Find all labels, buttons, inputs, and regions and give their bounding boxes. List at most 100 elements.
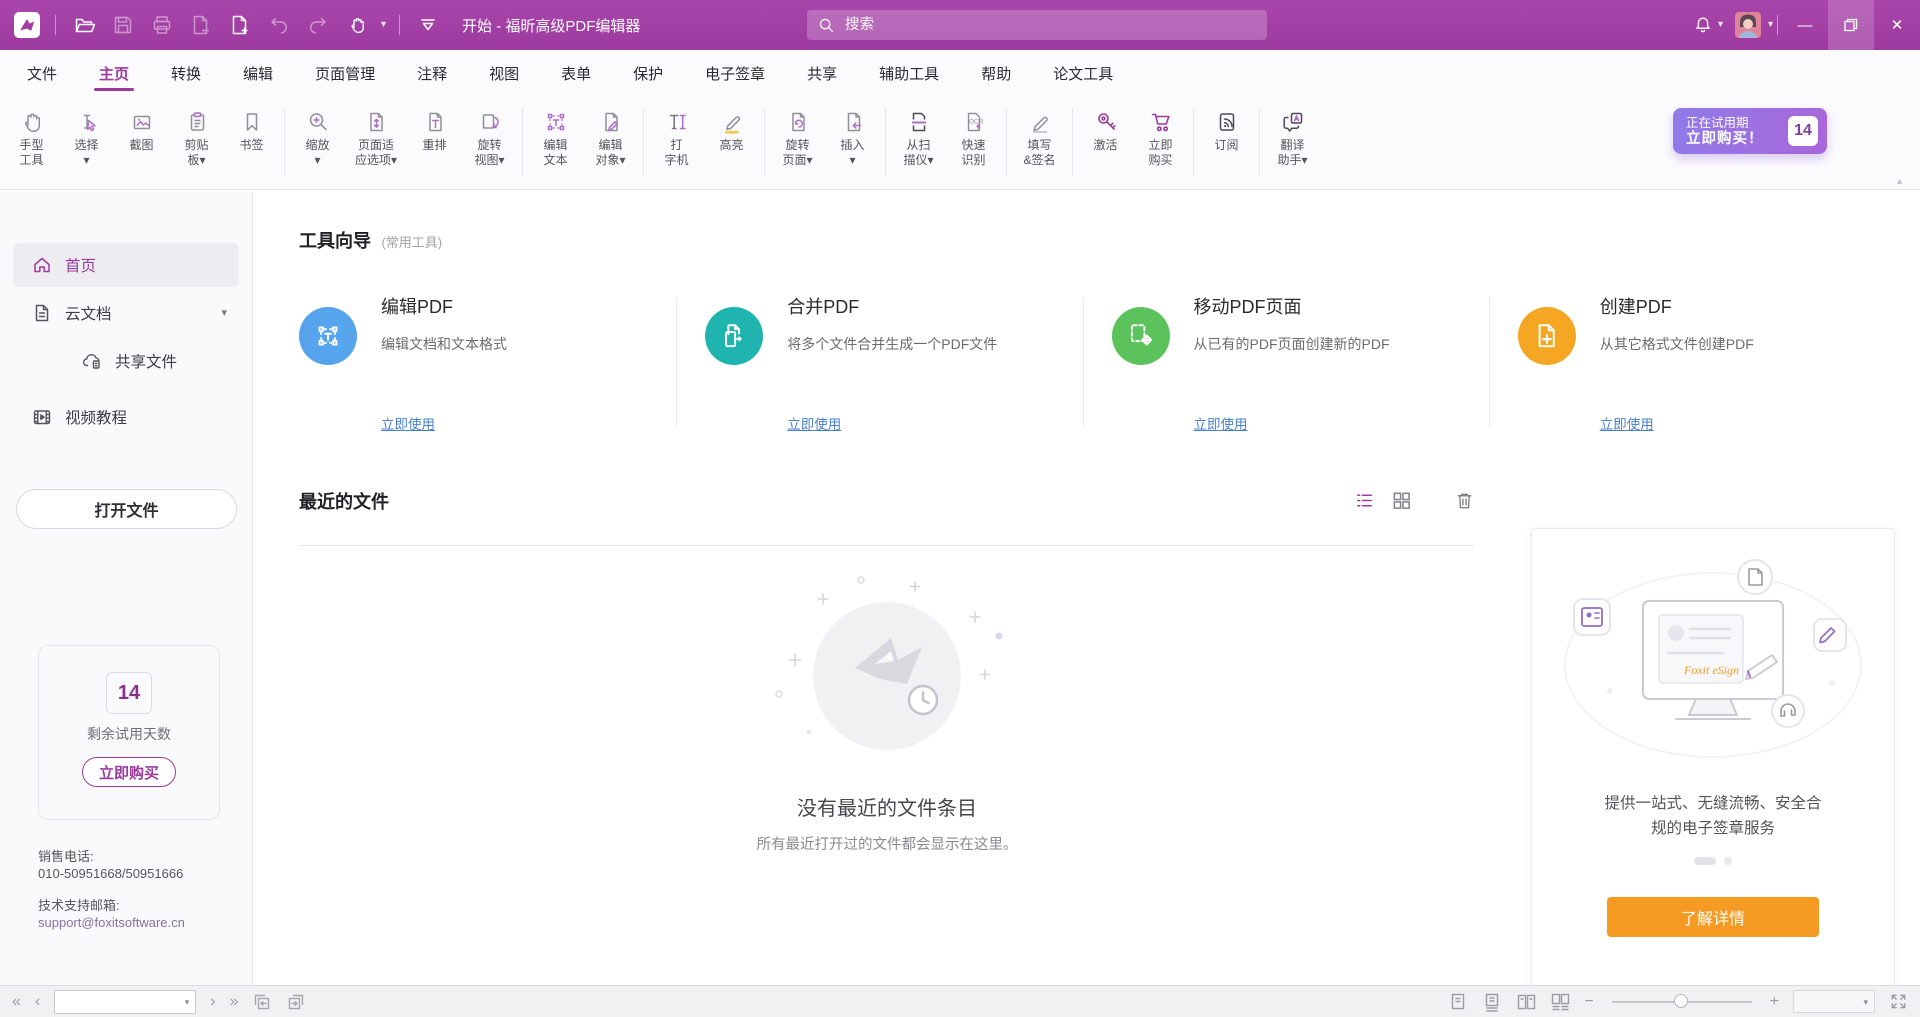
minimize-button[interactable]: — bbox=[1782, 0, 1828, 50]
tool-card-edit-pdf[interactable]: 编辑PDF 编辑文档和文本格式 立即使用 bbox=[299, 291, 676, 433]
grid-view-icon[interactable] bbox=[1391, 490, 1412, 511]
use-now-link[interactable]: 立即使用 bbox=[1600, 413, 1654, 433]
merge-pdf-icon bbox=[705, 307, 763, 365]
ribbon-tool-hand[interactable]: 手型工具 bbox=[5, 100, 58, 185]
ribbon-tool-translation-assistant[interactable]: 翻译助手▾ bbox=[1266, 100, 1319, 185]
save-icon bbox=[108, 10, 138, 40]
carousel-dots[interactable] bbox=[1532, 857, 1894, 865]
buy-now-button[interactable]: 立即购买 bbox=[82, 757, 176, 787]
menu-comment[interactable]: 注释 bbox=[396, 50, 468, 96]
page-number-combobox[interactable]: ▾ bbox=[54, 990, 196, 1014]
ribbon-tool-reflow[interactable]: 重排 bbox=[408, 100, 461, 185]
menu-page-management[interactable]: 页面管理 bbox=[294, 50, 396, 96]
menu-share[interactable]: 共享 bbox=[786, 50, 858, 96]
hand-tool-icon[interactable] bbox=[342, 10, 372, 40]
menu-file[interactable]: 文件 bbox=[6, 50, 78, 96]
ribbon-tool-insert[interactable]: 插入▾ bbox=[826, 100, 879, 185]
user-avatar[interactable] bbox=[1735, 12, 1761, 38]
main-content: 工具向导 (常用工具) 编辑PDF 编辑文档和文本格式 立即使用 合并PDF bbox=[254, 191, 1920, 985]
sidebar-item-cloud-docs[interactable]: 云文档 ▾ bbox=[13, 291, 239, 335]
menu-home[interactable]: 主页 bbox=[78, 50, 150, 96]
use-now-link[interactable]: 立即使用 bbox=[1194, 413, 1248, 433]
ribbon-tool-zoom[interactable]: 缩放▾ bbox=[291, 100, 344, 185]
tool-card-merge-pdf[interactable]: 合并PDF 将多个文件合并生成一个PDF文件 立即使用 bbox=[705, 291, 1082, 433]
window-title: 开始 - 福昕高级PDF编辑器 bbox=[462, 15, 640, 36]
zoom-out-icon[interactable]: − bbox=[1584, 994, 1593, 1010]
facing-view-icon[interactable] bbox=[1516, 992, 1536, 1012]
zoom-in-icon[interactable]: + bbox=[1770, 994, 1779, 1010]
quick-access-flag-icon[interactable] bbox=[413, 10, 443, 40]
use-now-link[interactable]: 立即使用 bbox=[381, 413, 435, 433]
sidebar-item-shared-files[interactable]: 共享文件 bbox=[13, 339, 239, 383]
ribbon-tool-bookmark[interactable]: 书签 bbox=[225, 100, 278, 185]
chevron-down-icon[interactable]: ▾ bbox=[1768, 20, 1773, 30]
first-page-icon[interactable]: « bbox=[12, 994, 21, 1010]
menu-view[interactable]: 视图 bbox=[468, 50, 540, 96]
previous-view-icon[interactable] bbox=[252, 992, 272, 1012]
collapse-ribbon-icon[interactable]: ▲ bbox=[1895, 176, 1904, 186]
chevron-down-icon[interactable]: ▾ bbox=[1718, 20, 1723, 30]
ribbon-tool-edit-text[interactable]: 编辑文本 bbox=[529, 100, 582, 185]
chevron-down-icon[interactable]: ▾ bbox=[381, 20, 386, 30]
ribbon-tool-page-fit-options[interactable]: 页面适应选项▾ bbox=[346, 100, 406, 185]
menu-help[interactable]: 帮助 bbox=[960, 50, 1032, 96]
last-page-icon[interactable]: » bbox=[230, 994, 239, 1010]
tool-card-create-pdf[interactable]: 创建PDF 从其它格式文件创建PDF 立即使用 bbox=[1518, 291, 1895, 433]
ribbon-tool-typewriter[interactable]: 打字机 bbox=[650, 100, 703, 185]
insert-page-icon bbox=[826, 107, 879, 137]
carousel-dot-active[interactable] bbox=[1694, 857, 1716, 865]
ribbon-tool-rotate-pages[interactable]: 旋转页面▾ bbox=[771, 100, 824, 185]
ribbon-tool-select[interactable]: 选择▾ bbox=[60, 100, 113, 185]
open-folder-icon[interactable] bbox=[69, 10, 99, 40]
restore-button[interactable] bbox=[1828, 0, 1874, 50]
menu-paper-tools[interactable]: 论文工具 bbox=[1032, 50, 1134, 96]
menu-protect[interactable]: 保护 bbox=[612, 50, 684, 96]
single-page-view-icon[interactable] bbox=[1448, 992, 1468, 1012]
ribbon-tool-from-scanner[interactable]: 从扫描仪▾ bbox=[892, 100, 945, 185]
menu-bar: 文件 主页 转换 编辑 页面管理 注释 视图 表单 保护 电子签章 共享 辅助工… bbox=[0, 50, 1920, 96]
sidebar-item-video-tutorials[interactable]: 视频教程 bbox=[13, 395, 239, 439]
ribbon-tool-buy-now[interactable]: 立即购买 bbox=[1134, 100, 1187, 185]
menu-esign[interactable]: 电子签章 bbox=[684, 50, 786, 96]
menu-edit[interactable]: 编辑 bbox=[222, 50, 294, 96]
ribbon-tool-fill-sign[interactable]: 填写&签名 bbox=[1013, 100, 1066, 185]
close-button[interactable]: ✕ bbox=[1874, 0, 1920, 50]
notification-bell-icon[interactable] bbox=[1688, 10, 1718, 40]
carousel-dot[interactable] bbox=[1724, 857, 1732, 865]
zoom-slider-thumb[interactable] bbox=[1674, 994, 1688, 1008]
ribbon-tool-rotate-view[interactable]: 旋转视图▾ bbox=[463, 100, 516, 185]
ribbon-tool-highlight[interactable]: 高亮 bbox=[705, 100, 758, 185]
menu-convert[interactable]: 转换 bbox=[150, 50, 222, 96]
zoom-slider[interactable] bbox=[1612, 1001, 1752, 1003]
menu-form[interactable]: 表单 bbox=[540, 50, 612, 96]
use-now-link[interactable]: 立即使用 bbox=[787, 413, 841, 433]
menu-accessibility[interactable]: 辅助工具 bbox=[858, 50, 960, 96]
select-cursor-icon bbox=[60, 107, 113, 137]
zoom-level-combobox[interactable]: ▾ bbox=[1793, 990, 1875, 1013]
search-input[interactable] bbox=[843, 16, 1257, 34]
ribbon-group-divider bbox=[764, 108, 765, 177]
global-search-box[interactable] bbox=[807, 10, 1267, 40]
chevron-down-icon[interactable]: ▾ bbox=[221, 308, 227, 319]
learn-more-button[interactable]: 了解详情 bbox=[1607, 897, 1819, 937]
trash-icon[interactable] bbox=[1454, 490, 1475, 511]
ribbon-tool-quick-recognition[interactable]: OCR 快速识别 bbox=[947, 100, 1000, 185]
tool-card-move-pdf-pages[interactable]: 移动PDF页面 从已有的PDF页面创建新的PDF 立即使用 bbox=[1112, 291, 1489, 433]
open-file-button[interactable]: 打开文件 bbox=[16, 489, 237, 529]
ribbon-tool-activate[interactable]: 激活 bbox=[1079, 100, 1132, 185]
next-page-icon[interactable]: › bbox=[210, 994, 215, 1010]
ribbon-tool-edit-object[interactable]: 编辑对象▾ bbox=[584, 100, 637, 185]
next-view-icon[interactable] bbox=[286, 992, 306, 1012]
ribbon-tool-snapshot[interactable]: 截图 bbox=[115, 100, 168, 185]
list-view-icon[interactable] bbox=[1354, 490, 1375, 511]
previous-page-icon[interactable]: ‹ bbox=[35, 994, 40, 1010]
add-page-icon[interactable] bbox=[225, 10, 255, 40]
facing-continuous-view-icon[interactable] bbox=[1550, 992, 1570, 1012]
continuous-view-icon[interactable] bbox=[1482, 992, 1502, 1012]
ribbon-tool-subscribe[interactable]: 订阅 bbox=[1200, 100, 1253, 185]
sidebar-item-home[interactable]: 首页 bbox=[13, 243, 239, 287]
fullscreen-icon[interactable] bbox=[1889, 992, 1908, 1011]
support-email-address[interactable]: support@foxitsoftware.cn bbox=[38, 914, 232, 931]
ribbon-tool-clipboard[interactable]: 剪贴板▾ bbox=[170, 100, 223, 185]
trial-period-badge[interactable]: 正在试用期 立即购买！ 14 bbox=[1673, 108, 1827, 154]
